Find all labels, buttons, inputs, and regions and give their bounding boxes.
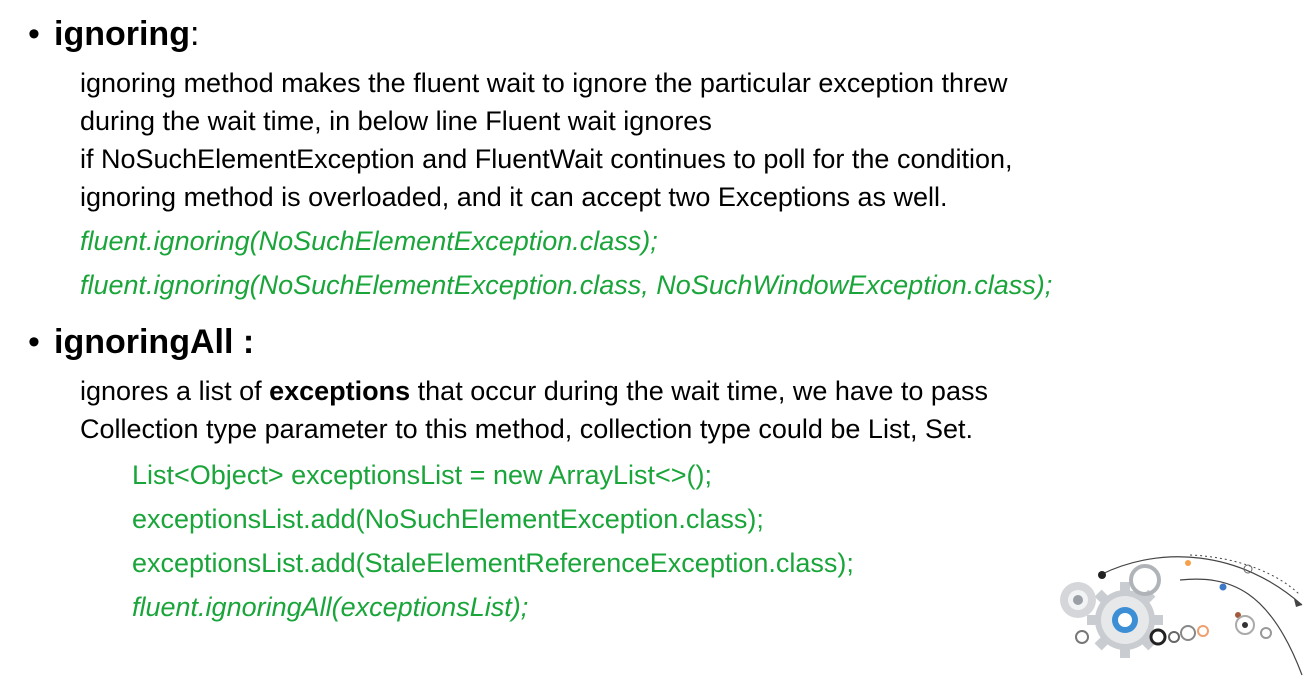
code-line: fluent.ignoring(NoSuchElementException.c… <box>80 226 658 256</box>
bullet-icon: • <box>28 15 40 53</box>
code-line: List<Object> exceptionsList = new ArrayL… <box>132 460 713 490</box>
description-line: ignores a list of exceptions that occur … <box>80 372 988 410</box>
description-text: ignores a list of <box>80 376 270 406</box>
ignoring-term-suffix: : <box>189 15 200 53</box>
description-line: ignoring method makes the fluent wait to… <box>80 68 1008 98</box>
description-text: that occur during the wait time, we have… <box>410 376 988 406</box>
description-bold-text: exceptions <box>269 376 411 406</box>
description-line: during the wait time, in below line Flue… <box>80 106 712 136</box>
ignoringall-heading: • ignoringAll : <box>28 322 254 362</box>
ignoring-heading: • ignoring: <box>28 14 199 54</box>
gears-network-icon <box>1060 554 1303 676</box>
code-line: fluent.ignoringAll(exceptionsList); <box>132 592 529 622</box>
code-line: exceptionsList.add(StaleElementReference… <box>132 548 854 578</box>
ignoringall-description: ignores a list of exceptions that occur … <box>80 372 988 448</box>
code-line: exceptionsList.add(NoSuchElementExceptio… <box>132 504 764 534</box>
slide: • ignoring: ignoring method makes the flu… <box>0 0 1310 685</box>
description-line: if NoSuchElementException and FluentWait… <box>80 144 1013 174</box>
code-line: fluent.ignoring(NoSuchElementException.c… <box>80 270 1053 300</box>
description-line: ignoring method is overloaded, and it ca… <box>80 182 948 212</box>
ignoring-term: ignoring <box>54 15 190 53</box>
description-line: Collection type parameter to this method… <box>80 414 973 444</box>
ignoringall-term: ignoringAll : <box>54 323 255 361</box>
ignoring-description: ignoring method makes the fluent wait to… <box>80 64 1013 216</box>
bullet-icon: • <box>28 323 40 361</box>
